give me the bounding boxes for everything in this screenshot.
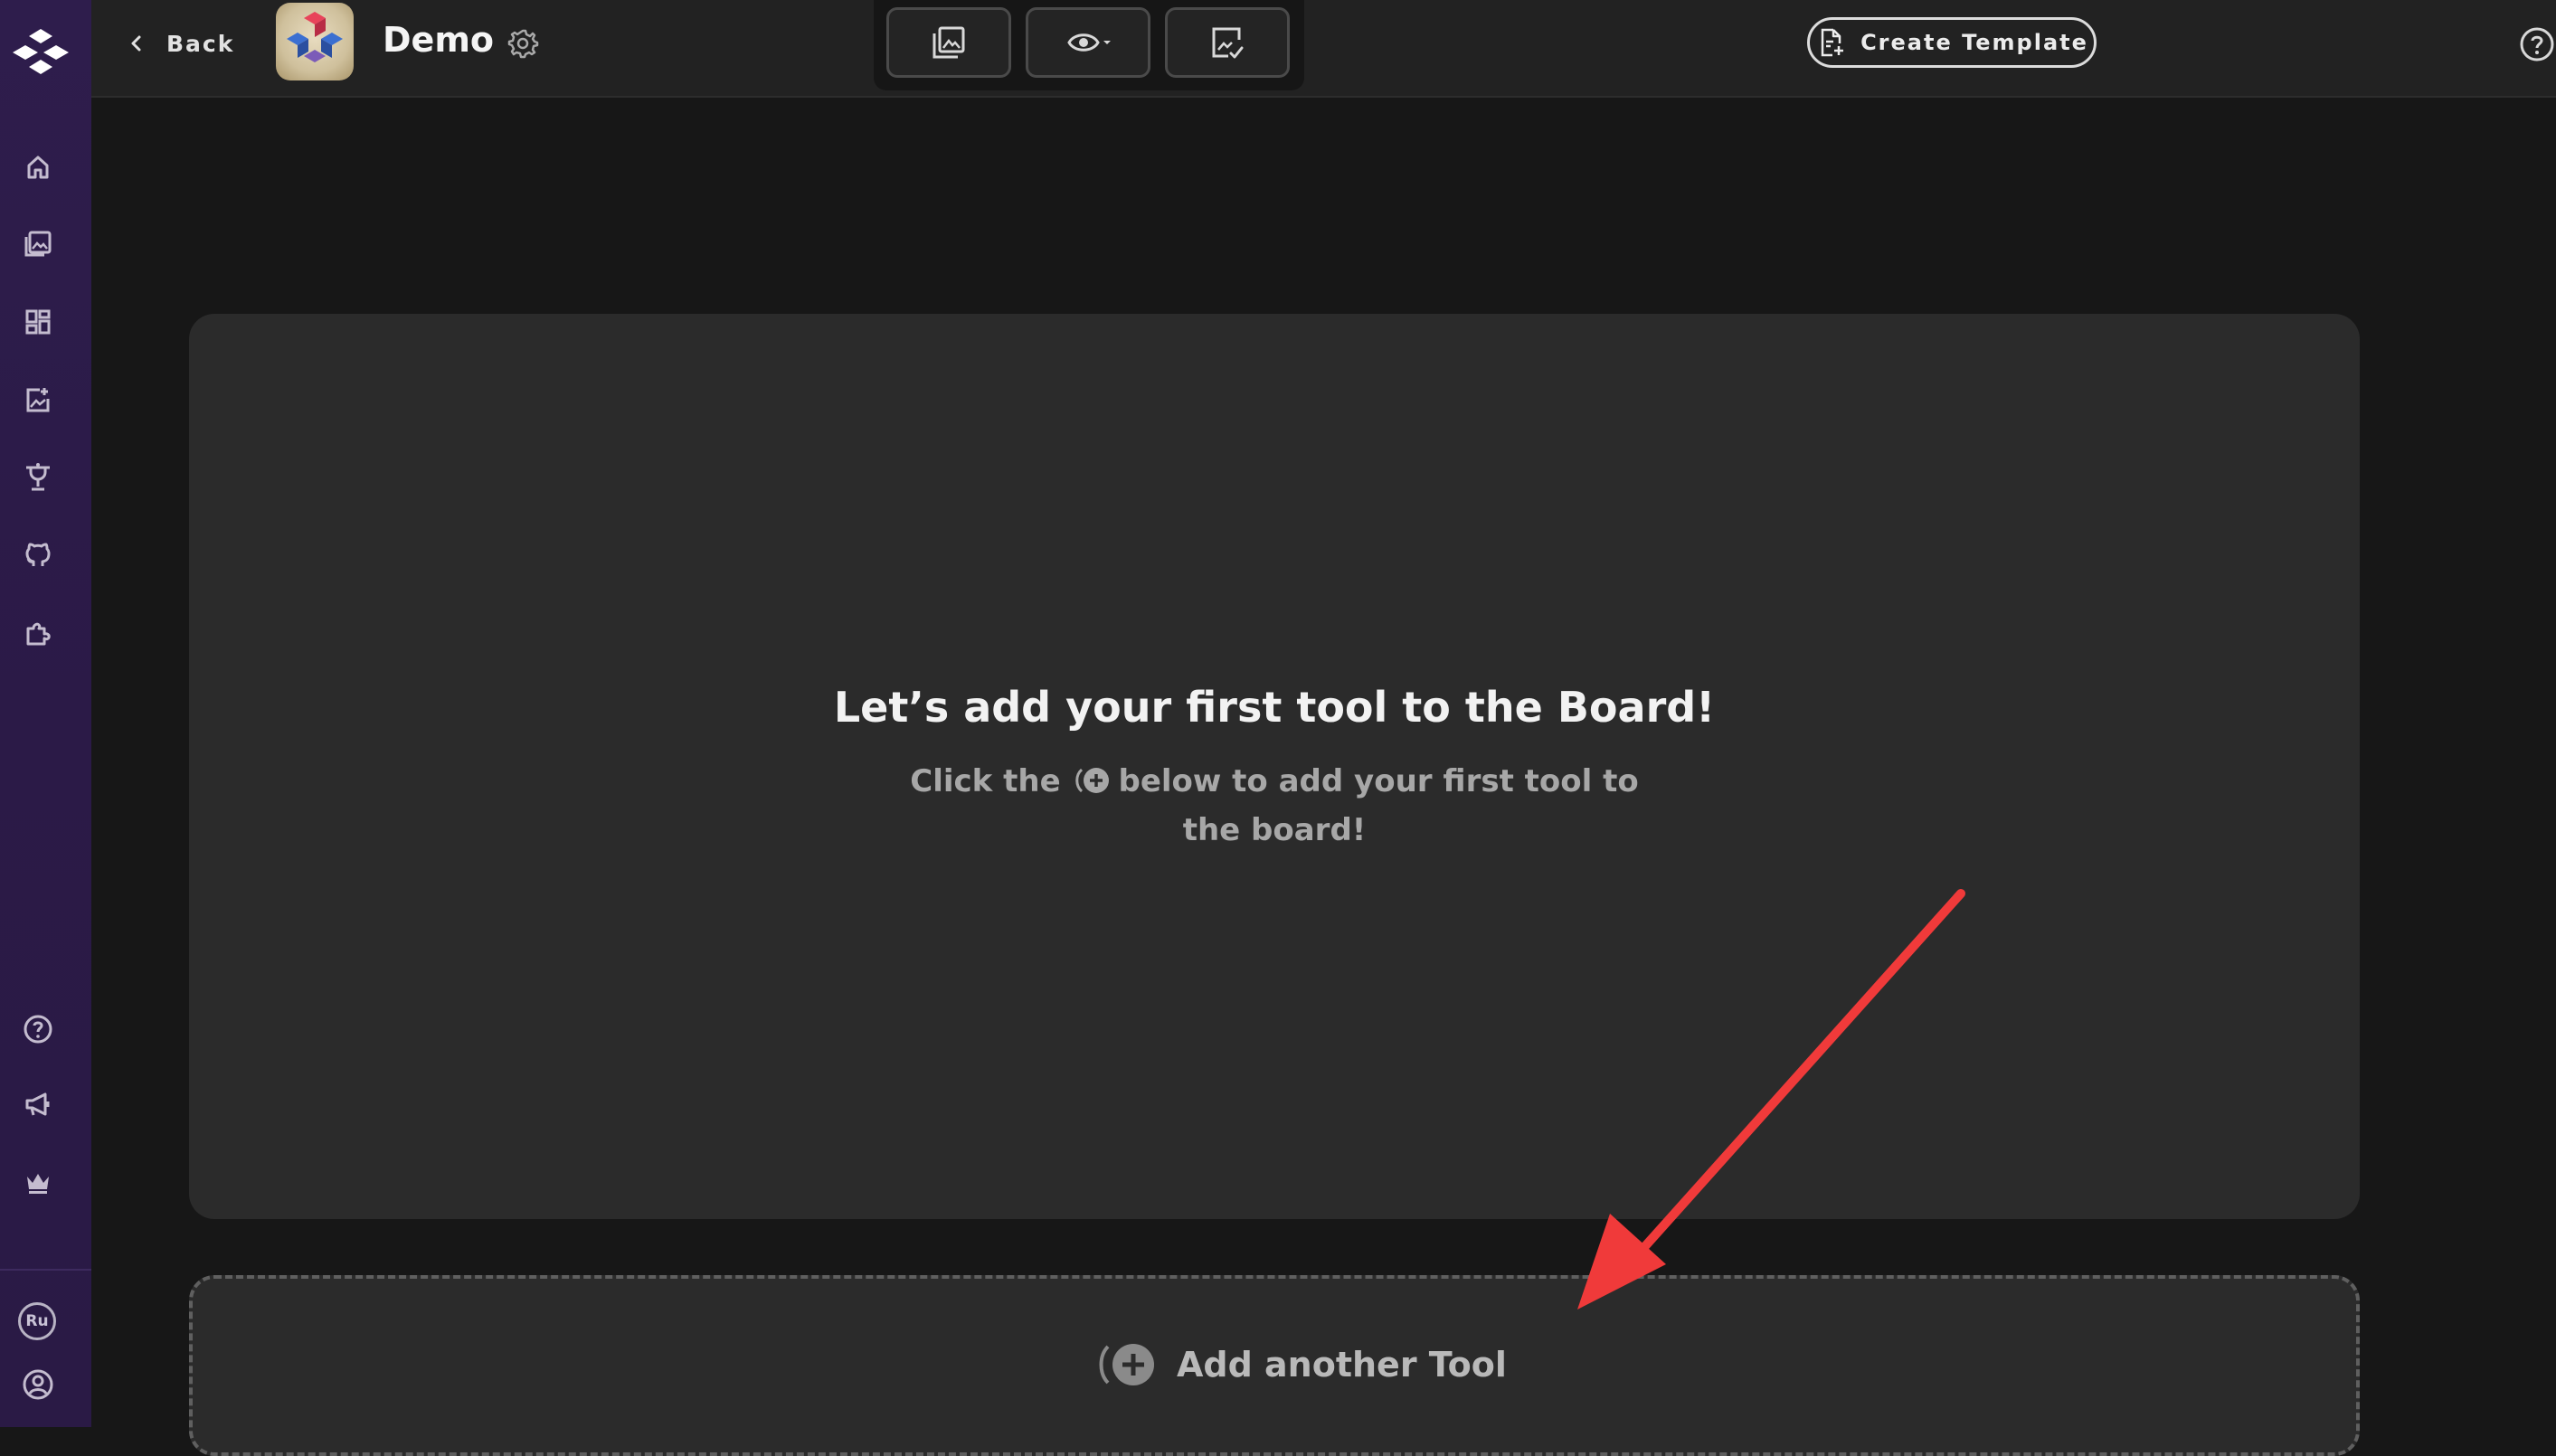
add-circle-icon [1099, 1344, 1154, 1385]
subtitle-after: below to add your first tool to the boar… [1118, 763, 1639, 848]
screen-check-icon [1212, 27, 1244, 59]
user-circle-icon[interactable] [20, 1366, 56, 1403]
language-switcher[interactable]: Ru [18, 1302, 56, 1340]
add-another-tool-button[interactable]: Add another Tool [189, 1275, 2360, 1456]
create-template-label: Create Template [1860, 30, 2088, 55]
board-avatar[interactable] [276, 3, 354, 80]
empty-state-subtitle: Click the below to add your first tool t… [895, 757, 1654, 855]
gallery-icon[interactable] [20, 225, 56, 261]
chevron-left-icon [131, 35, 141, 52]
board-title: Demo [383, 20, 495, 60]
help-icon[interactable] [20, 1011, 56, 1047]
back-label: Back [166, 30, 235, 57]
gear-icon[interactable] [505, 25, 541, 61]
preview-dropdown-button[interactable] [1026, 7, 1150, 78]
add-tool-label: Add another Tool [1177, 1345, 1507, 1385]
github-icon[interactable] [20, 537, 56, 573]
document-add-icon [1821, 28, 1844, 57]
puzzle-icon[interactable] [20, 616, 56, 652]
create-template-button[interactable]: Create Template [1807, 17, 2097, 68]
eye-icon [1067, 33, 1111, 52]
sidebar: Ru [0, 0, 91, 1427]
empty-state-title: Let’s add your first tool to the Board! [833, 683, 1716, 732]
home-icon[interactable] [20, 149, 56, 185]
app-logo[interactable] [11, 24, 71, 80]
gallery-view-button[interactable] [886, 7, 1011, 78]
sidebar-divider [0, 1269, 91, 1271]
help-icon[interactable] [2518, 25, 2556, 63]
add-circle-icon [1073, 762, 1112, 795]
gallery-icon [932, 26, 965, 59]
back-button[interactable]: Back [127, 25, 234, 61]
subtitle-before: Click the [910, 763, 1061, 799]
crown-icon[interactable] [20, 1164, 56, 1200]
add-tool-content: Add another Tool [1093, 1333, 1507, 1396]
board-empty-state: Let’s add your first tool to the Board! … [189, 314, 2360, 1219]
dashboard-icon[interactable] [20, 304, 56, 340]
view-toolbar [874, 0, 1304, 90]
review-button[interactable] [1165, 7, 1290, 78]
megaphone-icon[interactable] [20, 1086, 56, 1122]
trophy-icon[interactable] [20, 459, 56, 496]
image-add-icon[interactable] [20, 382, 56, 418]
